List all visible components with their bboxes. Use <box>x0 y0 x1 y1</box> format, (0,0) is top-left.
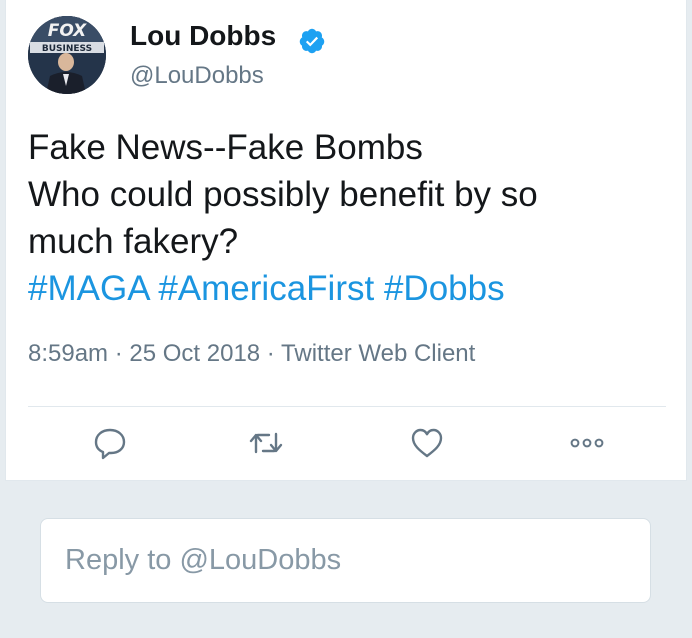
display-name[interactable]: Lou Dobbs <box>130 20 276 52</box>
tweet-card: FOX BUSINESS Lou Dobbs @LouDobbs Fake Ne… <box>5 0 687 481</box>
svg-text:BUSINESS: BUSINESS <box>42 44 92 54</box>
verified-badge-icon <box>299 28 325 54</box>
retweet-button[interactable] <box>248 425 284 461</box>
tweet-timestamp-source[interactable]: 8:59am · 25 Oct 2018 · Twitter Web Clien… <box>28 340 475 368</box>
like-button[interactable] <box>409 425 445 461</box>
more-options-button[interactable] <box>569 425 605 461</box>
hashtag-link[interactable]: #AmericaFirst <box>158 269 374 308</box>
divider <box>28 406 666 407</box>
svg-text:FOX: FOX <box>48 21 87 41</box>
reply-placeholder: Reply to @LouDobbs <box>65 544 342 576</box>
hashtag-link[interactable]: #Dobbs <box>384 269 505 308</box>
tweet-text: Fake News--Fake Bombs Who could possibly… <box>28 124 668 312</box>
retweet-icon <box>249 432 283 454</box>
tweet-text-line: much fakery? <box>28 222 239 261</box>
reply-button[interactable] <box>92 425 128 461</box>
user-handle[interactable]: @LouDobbs <box>130 62 264 90</box>
avatar[interactable]: FOX BUSINESS <box>28 16 106 94</box>
hashtag-list: #MAGA #AmericaFirst #Dobbs <box>28 265 668 312</box>
hashtag-link[interactable]: #MAGA <box>28 269 149 308</box>
heart-icon <box>411 428 443 458</box>
more-icon <box>570 438 604 448</box>
reply-icon <box>94 428 126 460</box>
reply-input[interactable]: Reply to @LouDobbs <box>40 518 651 603</box>
tweet-text-line: Who could possibly benefit by so <box>28 175 538 214</box>
avatar-image: FOX BUSINESS <box>28 16 106 94</box>
tweet-text-line: Fake News--Fake Bombs <box>28 128 423 167</box>
